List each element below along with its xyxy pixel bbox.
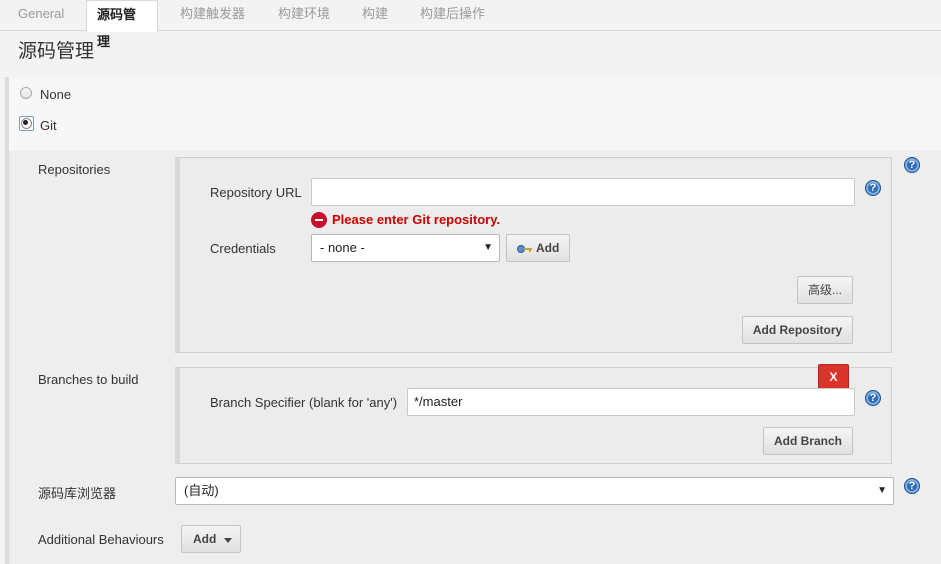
credentials-select-value: - none - xyxy=(320,240,365,255)
repository-url-help-icon[interactable]: ? xyxy=(865,180,881,196)
add-repository-button[interactable]: Add Repository xyxy=(742,316,853,344)
branch-specifier-help-icon[interactable]: ? xyxy=(865,390,881,406)
none-radio[interactable] xyxy=(20,87,32,99)
repositories-help-icon[interactable]: ? xyxy=(904,157,920,173)
add-behaviour-button[interactable]: Add xyxy=(181,525,241,553)
dropdown-arrow-icon: ▼ xyxy=(877,485,887,496)
repository-url-error: Please enter Git repository. xyxy=(332,212,501,227)
credentials-select[interactable]: - none - ▼ xyxy=(311,234,500,262)
dropdown-arrow-icon: ▼ xyxy=(483,242,493,253)
git-radio-dot xyxy=(23,120,28,125)
repo-browser-value: (自动) xyxy=(184,483,219,498)
branch-specifier-input[interactable]: */master xyxy=(407,388,855,416)
repo-browser-select[interactable]: (自动) ▼ xyxy=(175,477,894,505)
add-credentials-button[interactable]: Add xyxy=(506,234,570,262)
tab-post-build-actions[interactable]: 构建后操作 xyxy=(410,0,495,31)
git-radio[interactable] xyxy=(19,116,34,131)
delete-branch-button[interactable]: X xyxy=(818,364,849,390)
tab-build[interactable]: 构建 xyxy=(352,0,398,31)
repo-browser-label: 源码库浏览器 xyxy=(38,486,117,501)
repo-browser-help-icon[interactable]: ? xyxy=(904,478,920,494)
add-credentials-label: Add xyxy=(536,241,560,255)
tab-general[interactable]: General xyxy=(8,0,74,31)
caret-down-icon xyxy=(224,538,232,543)
repository-url-label: Repository URL xyxy=(210,185,302,200)
repositories-label: Repositories xyxy=(38,162,111,177)
page-title: 源码管理 xyxy=(18,41,95,62)
key-icon xyxy=(517,245,532,253)
add-branch-button[interactable]: Add Branch xyxy=(763,427,853,455)
credentials-label: Credentials xyxy=(210,241,276,256)
tab-source-code-management[interactable]: 源码管理 xyxy=(86,0,158,49)
tab-build-environment[interactable]: 构建环境 xyxy=(268,0,340,31)
git-radio-label: Git xyxy=(40,118,57,133)
advanced-button[interactable]: 高级... xyxy=(797,276,853,304)
error-icon xyxy=(311,212,327,228)
repository-url-input[interactable] xyxy=(311,178,855,206)
additional-behaviours-label: Additional Behaviours xyxy=(38,532,164,547)
tab-build-triggers[interactable]: 构建触发器 xyxy=(170,0,255,31)
branch-specifier-label: Branch Specifier (blank for 'any') xyxy=(210,395,398,410)
none-radio-label: None xyxy=(40,87,72,102)
add-behaviour-label: Add xyxy=(193,532,217,546)
branches-label: Branches to build xyxy=(38,372,139,387)
